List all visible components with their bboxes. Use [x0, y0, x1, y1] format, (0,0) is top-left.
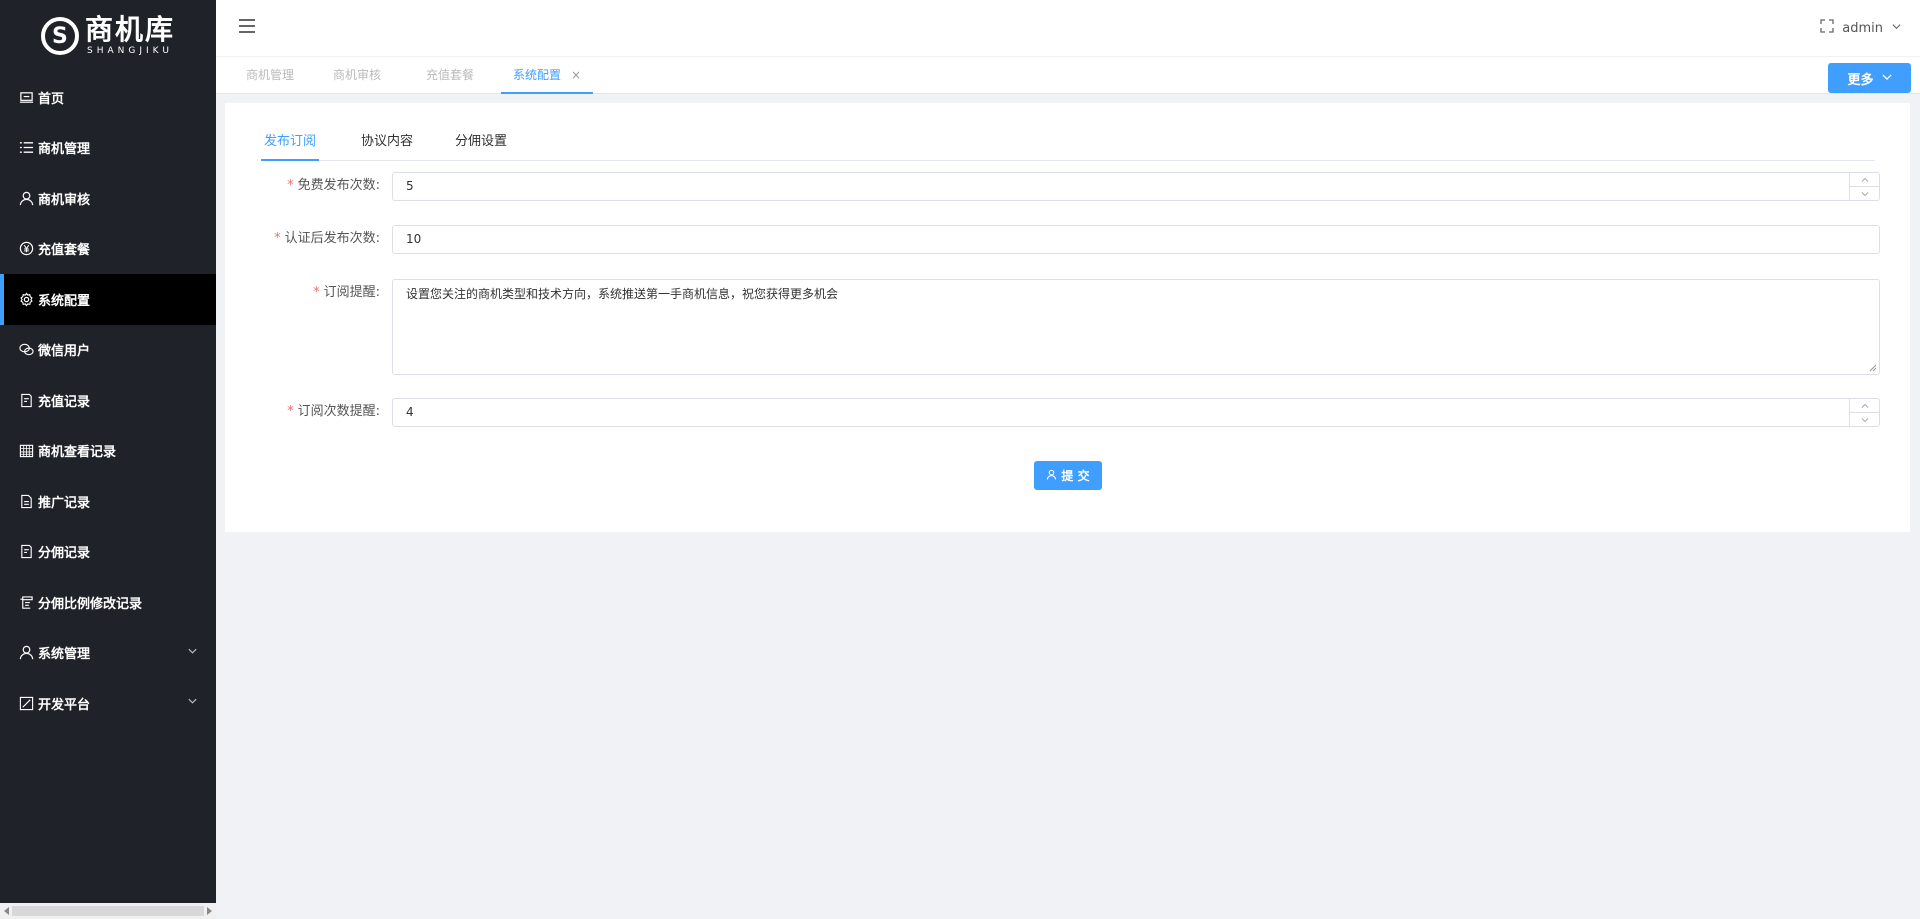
sidebar-item-promotion-records[interactable]: 推广记录 [0, 476, 216, 527]
sidebar-item-dev-platform[interactable]: 开发平台 [0, 678, 216, 729]
sidebar-item-label: 商机管理 [38, 142, 91, 158]
resize-handle-icon[interactable] [1869, 364, 1877, 372]
logo-title: 商机库 [84, 13, 175, 46]
sidebar-item-label: 充值套餐 [38, 243, 91, 259]
close-icon[interactable]: × [571, 68, 581, 82]
menu-toggle-icon[interactable] [238, 18, 256, 34]
scrollbar-thumb[interactable] [12, 906, 204, 916]
sidebar-item-opportunity-management[interactable]: 商机管理 [0, 123, 216, 174]
user-icon [18, 190, 34, 206]
fullscreen-icon[interactable] [1820, 19, 1834, 37]
subscribe-tip-textarea[interactable]: 设置您关注的商机类型和技术方向，系统推送第一手商机信息，祝您获得更多机会 [392, 279, 1880, 375]
tab-recharge-package[interactable]: 充值套餐 [414, 57, 486, 94]
home-icon [18, 89, 34, 105]
logo[interactable]: S 商机库 SHANGJIKU [0, 0, 216, 72]
logo-mark: S [40, 17, 79, 55]
wechat-icon [18, 342, 34, 358]
sidebar-horizontal-scrollbar[interactable] [0, 903, 216, 919]
decrement-icon[interactable] [1850, 413, 1879, 426]
free-publish-input[interactable]: 5 [392, 172, 1880, 201]
top-header: admin [216, 0, 1920, 57]
receipt-icon [18, 544, 34, 560]
sidebar: S 商机库 SHANGJIKU 首页 商机管理 商机审核 充值套餐 系统配置 微… [0, 0, 216, 919]
subscribe-count-tip-input[interactable]: 4 [392, 398, 1880, 427]
certified-publish-input[interactable]: 10 [392, 225, 1880, 254]
number-stepper [1849, 399, 1879, 426]
user-icon [18, 645, 34, 661]
sidebar-item-home[interactable]: 首页 [0, 72, 216, 123]
config-panel: 发布订阅 协议内容 分佣设置 * 免费发布次数: 5 * 认证后发布次数: 10 *… [225, 103, 1910, 532]
sidebar-item-label: 微信用户 [38, 344, 91, 360]
tab-agreement-content[interactable]: 协议内容 [361, 129, 413, 161]
submit-button[interactable]: 提 交 [1034, 461, 1102, 490]
sidebar-menu: 首页 商机管理 商机审核 充值套餐 系统配置 微信用户 充值记录 商机查看记录 [0, 72, 216, 729]
tab-system-config[interactable]: 系统配置 × [501, 57, 594, 94]
tab-opportunity-review[interactable]: 商机审核 [321, 57, 393, 94]
tab-opportunity-management[interactable]: 商机管理 [234, 57, 306, 94]
sidebar-item-label: 商机查看记录 [38, 445, 117, 461]
chevron-down-icon [187, 645, 198, 660]
increment-icon[interactable] [1850, 173, 1879, 187]
scroll-icon [18, 594, 34, 610]
sidebar-item-label: 系统配置 [38, 293, 91, 309]
decrement-icon[interactable] [1850, 187, 1879, 200]
list-icon [18, 140, 34, 156]
scroll-right-icon[interactable] [207, 907, 212, 915]
sidebar-item-label: 分佣比例修改记录 [38, 596, 143, 612]
sidebar-item-system-config[interactable]: 系统配置 [0, 274, 216, 325]
sidebar-item-label: 系统管理 [38, 647, 91, 663]
increment-icon[interactable] [1850, 399, 1879, 413]
subscribe-tip-label: * 订阅提醒: [313, 285, 380, 300]
chevron-down-icon [187, 696, 198, 711]
receipt-icon [18, 392, 34, 408]
certified-publish-label: * 认证后发布次数: [274, 231, 380, 246]
sidebar-item-commission-ratio-records[interactable]: 分佣比例修改记录 [0, 577, 216, 628]
logo-subtitle: SHANGJIKU [87, 46, 173, 56]
user-icon [1046, 469, 1057, 483]
scroll-left-icon[interactable] [4, 907, 9, 915]
sidebar-item-label: 首页 [38, 91, 65, 107]
gear-icon [18, 291, 34, 307]
chevron-down-icon [1881, 71, 1892, 86]
tab-commission-settings[interactable]: 分佣设置 [455, 129, 507, 161]
yen-icon [18, 241, 34, 257]
user-name[interactable]: admin [1842, 21, 1883, 36]
sidebar-item-recharge-records[interactable]: 充值记录 [0, 375, 216, 426]
sidebar-item-label: 开发平台 [38, 697, 91, 713]
calendar-icon [18, 443, 34, 459]
sidebar-item-commission-records[interactable]: 分佣记录 [0, 527, 216, 578]
edit-icon [18, 695, 34, 711]
sidebar-item-label: 推广记录 [38, 495, 91, 511]
tab-publish-subscribe[interactable]: 发布订阅 [261, 129, 319, 161]
subscribe-count-tip-label: * 订阅次数提醒: [287, 404, 380, 419]
chevron-down-icon[interactable] [1891, 21, 1902, 36]
sidebar-item-view-records[interactable]: 商机查看记录 [0, 426, 216, 477]
sidebar-item-wechat-users[interactable]: 微信用户 [0, 325, 216, 376]
free-publish-label: * 免费发布次数: [287, 178, 380, 193]
sidebar-item-system-management[interactable]: 系统管理 [0, 628, 216, 679]
document-icon [18, 493, 34, 509]
sidebar-item-label: 商机审核 [38, 192, 91, 208]
sidebar-item-label: 充值记录 [38, 394, 91, 410]
number-stepper [1849, 173, 1879, 200]
sidebar-item-recharge-package[interactable]: 充值套餐 [0, 224, 216, 275]
more-button[interactable]: 更多 [1828, 63, 1911, 93]
sidebar-item-label: 分佣记录 [38, 546, 91, 562]
sidebar-item-opportunity-review[interactable]: 商机审核 [0, 173, 216, 224]
content-tabs: 发布订阅 协议内容 分佣设置 [261, 129, 1875, 161]
page-tabs-bar: 商机管理 商机审核 充值套餐 系统配置 × 更多 [216, 57, 1920, 94]
